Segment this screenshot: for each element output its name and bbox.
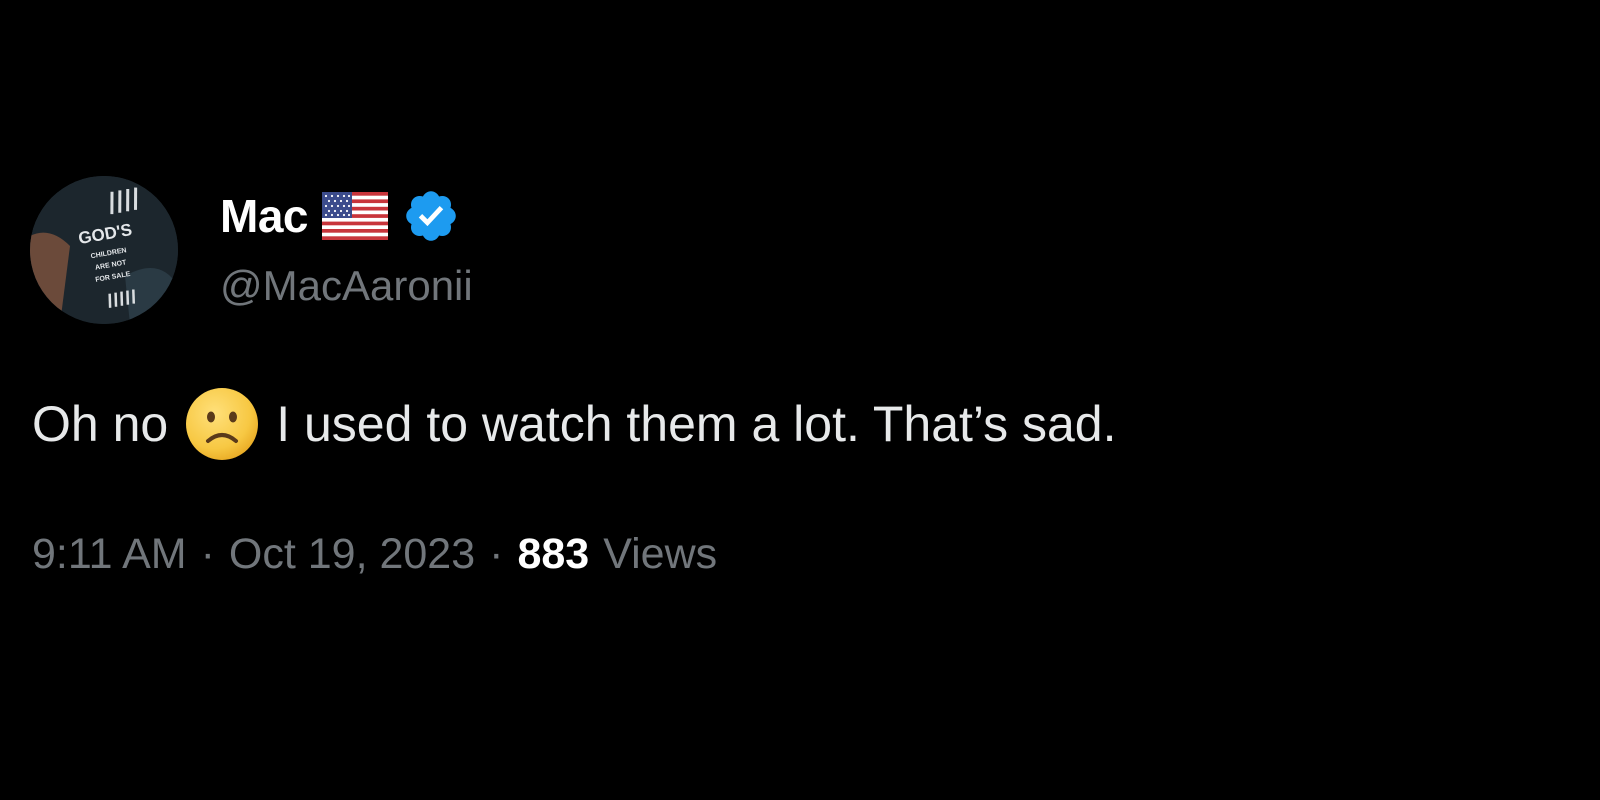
avatar[interactable]: GOD'S CHILDREN ARE NOT FOR SALE (30, 176, 178, 324)
tweet-card: GOD'S CHILDREN ARE NOT FOR SALE Mac @Mac… (0, 0, 1600, 800)
tweet-text-part-1: Oh no (32, 396, 169, 452)
author-display-name[interactable]: Mac (220, 189, 308, 243)
meta-separator: · (200, 530, 215, 578)
us-flag-icon (321, 192, 388, 240)
verified-badge-icon[interactable] (402, 187, 460, 245)
avatar-image: GOD'S CHILDREN ARE NOT FOR SALE (30, 176, 178, 324)
slightly-frowning-face-emoji-icon (184, 386, 260, 462)
views-label: Views (603, 530, 718, 578)
author-name-row: Mac (220, 186, 460, 246)
meta-separator: · (489, 530, 504, 578)
author-handle[interactable]: @MacAaronii (220, 262, 473, 310)
tweet-text-part-2: I used to watch them a lot. That’s sad. (276, 396, 1117, 452)
views-count[interactable]: 883 (517, 530, 589, 579)
tweet-date[interactable]: Oct 19, 2023 (229, 530, 475, 579)
tweet-meta: 9:11 AM · Oct 19, 2023 · 883 Views (32, 530, 717, 579)
tweet-time[interactable]: 9:11 AM (32, 530, 187, 579)
tweet-text: Oh no I used to watch them a lot. That’s… (32, 386, 1117, 462)
